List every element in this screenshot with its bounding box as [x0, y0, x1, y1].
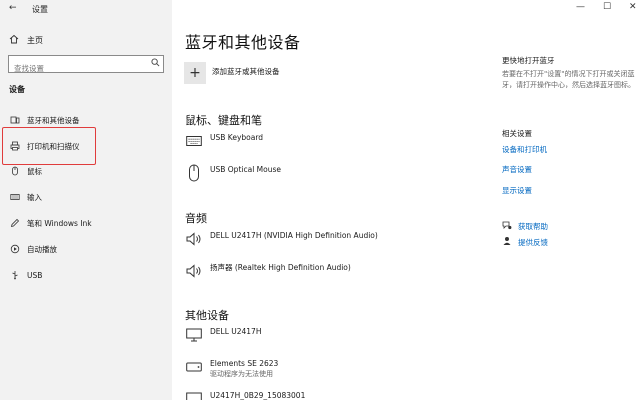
section-label-devices: 设备 — [9, 85, 25, 94]
maximize-button[interactable]: ☐ — [603, 2, 611, 12]
link-devices-printers[interactable]: 设备和打印机 — [502, 144, 547, 155]
feedback-label: 提供反馈 — [518, 238, 548, 247]
device-name: Elements SE 2623 — [210, 359, 279, 368]
device-name: DELL U2417H — [210, 327, 262, 336]
app-title: 设置 — [32, 5, 48, 14]
device-name: 扬声器 (Realtek High Definition Audio) — [210, 263, 351, 272]
sidebar-item-mouse[interactable]: 鼠标 — [9, 164, 42, 178]
group-title-input: 鼠标、键盘和笔 — [185, 114, 262, 127]
sidebar-item-label: 鼠标 — [27, 166, 42, 176]
fast-pair-description: 若要在不打开"设置"的情况下打开或关闭蓝牙，请打开操作中心，然后选择蓝牙图标。 — [502, 70, 635, 89]
sidebar-item-usb[interactable]: USB — [9, 268, 42, 282]
feedback-icon — [502, 236, 514, 249]
sidebar-item-bluetooth[interactable]: 蓝牙和其他设备 — [9, 113, 80, 127]
printer-icon — [9, 141, 21, 151]
keyboard-icon — [9, 192, 21, 202]
speaker-icon — [185, 230, 203, 248]
sidebar-item-autoplay[interactable]: 自动播放 — [9, 242, 57, 256]
monitor-icon — [185, 326, 203, 344]
link-sound-settings[interactable]: 声音设置 — [502, 164, 532, 175]
sidebar-item-label: USB — [27, 270, 43, 280]
keyboard-icon — [185, 132, 203, 150]
drive-icon — [185, 358, 203, 376]
device-name: U2417H_0B29_15083001 — [210, 391, 306, 400]
device-item[interactable]: USB Optical Mouse — [185, 164, 281, 182]
pen-icon — [9, 218, 21, 228]
sidebar: ← 设置 主页 设备 蓝牙和其他设备 打印机和扫描仪 鼠标 — [0, 0, 172, 400]
page-title: 蓝牙和其他设备 — [185, 33, 301, 52]
bluetooth-icon — [9, 115, 21, 125]
sidebar-item-label: 打印机和扫描仪 — [27, 141, 80, 151]
speaker-icon — [185, 262, 203, 280]
sidebar-item-pen[interactable]: 笔和 Windows Ink — [9, 216, 92, 230]
device-item[interactable]: U2417H_0B29_15083001 — [185, 390, 305, 400]
group-title-audio: 音频 — [185, 212, 207, 225]
main-panel: — ☐ ✕ 蓝牙和其他设备 + 添加蓝牙或其他设备 鼠标、键盘和笔 USB Ke… — [172, 0, 644, 400]
back-arrow-icon[interactable]: ← — [9, 3, 17, 13]
plus-icon: + — [189, 65, 201, 81]
device-item[interactable]: DELL U2417H (NVIDIA High Definition Audi… — [185, 230, 378, 248]
mouse-icon — [185, 164, 203, 182]
device-name: USB Keyboard — [210, 133, 264, 142]
sidebar-item-input[interactable]: 输入 — [9, 190, 42, 204]
nav-home[interactable]: 主页 — [9, 33, 43, 47]
sidebar-item-label: 自动播放 — [27, 244, 57, 254]
device-name: DELL U2417H (NVIDIA High Definition Audi… — [210, 231, 378, 240]
usb-icon — [9, 270, 21, 280]
autoplay-icon — [9, 244, 21, 254]
close-button[interactable]: ✕ — [629, 2, 637, 12]
feedback-link[interactable]: 提供反馈 — [502, 236, 548, 249]
sidebar-item-label: 输入 — [27, 192, 42, 202]
device-item[interactable]: DELL U2417H — [185, 326, 261, 344]
device-name: USB Optical Mouse — [210, 165, 281, 174]
help-icon — [502, 220, 514, 233]
add-device-button[interactable]: + — [184, 62, 206, 84]
link-display-settings[interactable]: 显示设置 — [502, 185, 532, 196]
device-item[interactable]: Elements SE 2623 驱动程序为无法使用 — [185, 358, 278, 380]
search-icon[interactable] — [151, 58, 160, 70]
home-icon — [9, 34, 21, 47]
group-title-other: 其他设备 — [185, 309, 229, 322]
device-status: 驱动程序为无法使用 — [210, 370, 273, 378]
device-item[interactable]: 扬声器 (Realtek High Definition Audio) — [185, 262, 351, 280]
related-settings-title: 相关设置 — [502, 129, 532, 138]
minimize-button[interactable]: — — [576, 2, 585, 12]
sidebar-item-label: 蓝牙和其他设备 — [27, 115, 80, 125]
get-help-label: 获取帮助 — [518, 222, 548, 231]
nav-home-label: 主页 — [27, 35, 43, 45]
device-item[interactable]: USB Keyboard — [185, 132, 263, 150]
sidebar-item-printers[interactable]: 打印机和扫描仪 — [9, 139, 80, 153]
add-device-label[interactable]: 添加蓝牙或其他设备 — [212, 66, 280, 77]
search-box[interactable] — [8, 55, 164, 77]
monitor-icon — [185, 390, 203, 400]
search-input[interactable] — [9, 60, 139, 77]
mouse-icon — [9, 166, 21, 176]
sidebar-item-label: 笔和 Windows Ink — [27, 218, 92, 228]
fast-pair-title: 更快地打开蓝牙 — [502, 56, 555, 65]
get-help-link[interactable]: 获取帮助 — [502, 220, 548, 233]
